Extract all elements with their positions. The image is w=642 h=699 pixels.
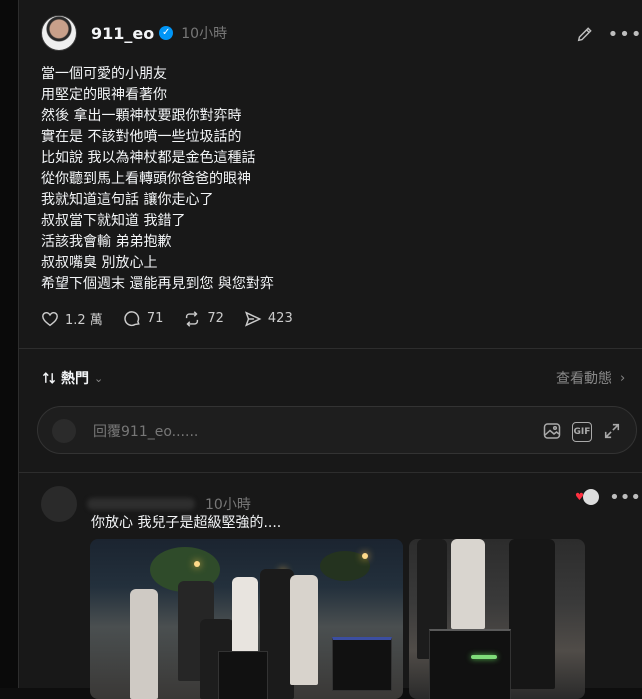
reply-attachments: GIF — [532, 419, 624, 443]
post-line: 叔叔嘴臭 別放心上 — [41, 255, 158, 271]
expand-icon[interactable] — [600, 419, 624, 443]
commenter-avatar[interactable] — [41, 486, 77, 522]
repost-button[interactable]: 72 — [183, 310, 224, 328]
post-time: 10小時 — [181, 26, 228, 42]
post-line: 用堅定的眼神看著你 — [41, 87, 167, 103]
reply-input[interactable]: 回覆911_eo...... GIF — [37, 406, 637, 454]
gif-icon[interactable]: GIF — [572, 422, 592, 442]
share-count: 423 — [267, 311, 293, 326]
like-button[interactable]: 1.2 萬 — [41, 309, 103, 328]
photo-detail — [332, 637, 392, 691]
image-icon[interactable] — [540, 419, 564, 443]
photo-detail — [290, 575, 318, 685]
send-icon — [244, 310, 262, 327]
verified-badge-icon: ✓ — [159, 26, 174, 40]
post-line: 實在是 不該對他噴一些垃圾話的 — [41, 129, 242, 145]
chevron-down-icon: ⌄ — [94, 371, 104, 385]
photo-detail — [509, 539, 555, 689]
author-username[interactable]: 911_eo — [91, 24, 154, 43]
post-line: 希望下個週末 還能再見到您 與您對弈 — [41, 276, 274, 292]
share-button[interactable]: 423 — [244, 310, 293, 328]
photo-detail — [218, 651, 268, 699]
post-actions: 1.2 萬 71 72 423 — [41, 309, 313, 328]
view-activity-link[interactable]: 查看動態 › — [556, 368, 625, 388]
repost-icon — [186, 310, 199, 327]
photo-detail — [194, 561, 200, 567]
post-line: 我就知道這句話 讓你走心了 — [41, 192, 214, 208]
author-liked-indicator: ♥ — [575, 488, 600, 506]
thread-panel: 911_eo ✓ 10小時 ••• 當一個可愛的小朋友 用堅定的眼神看著你然後 拿… — [18, 0, 642, 699]
comment-count: 71 — [146, 311, 164, 326]
outer-background — [0, 0, 18, 688]
reply-placeholder: 回覆911_eo...... — [93, 424, 199, 440]
photo-detail — [471, 655, 497, 659]
chevron-right-icon: › — [620, 370, 626, 386]
photo-detail — [451, 539, 485, 629]
heart-icon — [42, 311, 58, 326]
edit-pencil-icon[interactable] — [575, 24, 595, 44]
comment-text: 你放心 我兒子是超級堅強的.... — [91, 515, 282, 531]
post-body: 當一個可愛的小朋友 用堅定的眼神看著你然後 拿出一顆神杖要跟你對弈時 實在是 不該對… — [41, 64, 274, 295]
commenter-name-redacted[interactable] — [87, 498, 195, 510]
heart-icon: ♥ — [575, 491, 584, 503]
like-count: 1.2 萬 — [65, 313, 103, 328]
more-options-icon[interactable]: ••• — [609, 487, 641, 508]
post-line: 然後 拿出一顆神杖要跟你對弈時 — [41, 108, 242, 124]
comment-time: 10小時 — [205, 497, 251, 513]
comment-button[interactable]: 71 — [123, 310, 164, 328]
photo-detail — [429, 629, 511, 699]
post-line: 叔叔當下就知道 我錯了 — [41, 213, 186, 229]
post-line: 活該我會輸 弟弟抱歉 — [41, 234, 172, 250]
photo-detail — [362, 553, 368, 559]
post-header: 911_eo ✓ 10小時 — [41, 15, 227, 51]
repost-count: 72 — [207, 311, 224, 326]
sort-dropdown[interactable]: 熱門 ⌄ — [41, 368, 103, 388]
comment-photo[interactable] — [409, 539, 585, 699]
photo-detail — [130, 589, 158, 699]
sort-arrows-icon — [42, 372, 56, 384]
sort-label: 熱門 — [61, 371, 89, 387]
post-line: 當一個可愛的小朋友 — [41, 66, 167, 82]
comment-photo[interactable] — [90, 539, 403, 699]
more-options-icon[interactable]: ••• — [608, 24, 642, 45]
post-line: 比如說 我以為神杖都是金色這種話 — [41, 150, 256, 166]
viewer-avatar — [52, 419, 76, 443]
activity-label: 查看動態 — [556, 371, 612, 387]
divider — [19, 348, 642, 349]
post-line: 從你聽到馬上看轉頭你爸爸的眼神 — [41, 171, 251, 187]
author-avatar[interactable] — [41, 15, 77, 51]
comment-bubble-icon — [124, 310, 140, 326]
liker-avatar — [581, 488, 600, 506]
divider — [19, 472, 642, 473]
